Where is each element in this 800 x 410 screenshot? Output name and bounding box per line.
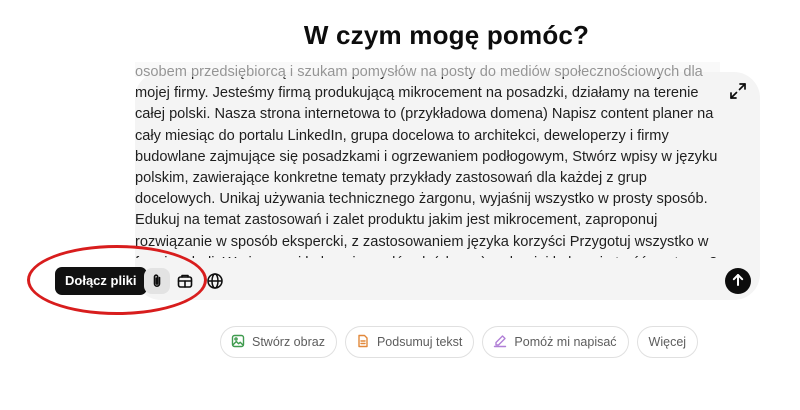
chat-home: W czym mogę pomóc? osobem przedsiębiorcą… (0, 0, 800, 410)
chip-more[interactable]: Więcej (636, 326, 699, 358)
scroll-fade (135, 62, 720, 77)
suggestion-chips: Stwórz obraz Podsumuj tekst Pomóż mi nap… (220, 326, 699, 358)
chip-summarize-text[interactable]: Podsumuj tekst (344, 326, 475, 358)
web-search-button[interactable] (203, 269, 227, 293)
toolbox-icon (176, 272, 194, 290)
page-title: W czym mogę pomóc? (303, 20, 590, 50)
tools-button[interactable] (173, 269, 197, 293)
chip-create-image[interactable]: Stwórz obraz (220, 326, 337, 358)
image-icon (231, 334, 252, 351)
tooltip-arrow (136, 276, 141, 286)
document-icon (356, 334, 377, 351)
chip-label: Podsumuj tekst (376, 335, 463, 349)
attach-tooltip: Dołącz pliki (55, 267, 147, 295)
expand-icon[interactable] (729, 82, 747, 100)
pen-icon (493, 334, 514, 351)
send-button[interactable] (725, 268, 751, 294)
chip-help-me-write[interactable]: Pomóż mi napisać (482, 326, 629, 358)
prompt-text: firmy. Jesteśmy firmą produkującą mikroc… (135, 85, 718, 258)
paperclip-icon (149, 273, 165, 289)
chip-label: Stwórz obraz (252, 335, 325, 349)
chip-label: Więcej (648, 335, 687, 349)
globe-icon (206, 272, 224, 290)
prompt-textarea[interactable]: osobem przedsiębiorcą i szukam pomysłów … (135, 62, 720, 258)
chip-label: Pomóż mi napisać (514, 335, 617, 349)
attach-files-button[interactable] (144, 268, 170, 294)
arrow-up-icon (731, 273, 745, 290)
